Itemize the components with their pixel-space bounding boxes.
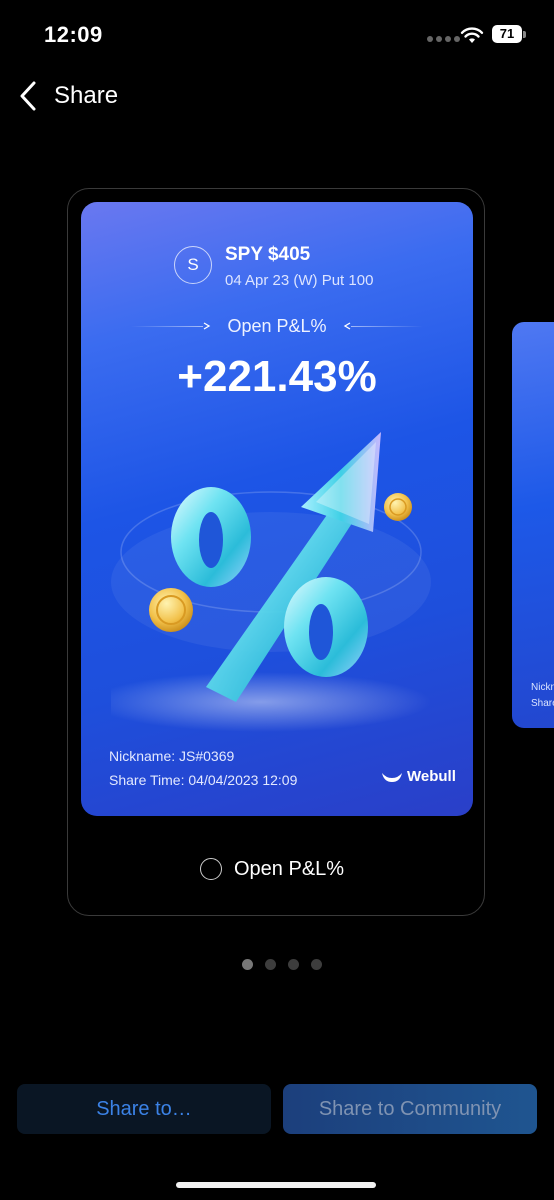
pnl-option[interactable]: Open P&L%: [200, 855, 344, 883]
symbol-avatar: S: [174, 246, 212, 284]
option-label: Open P&L%: [234, 857, 345, 880]
page-title: Share: [54, 82, 119, 109]
status-bar: 12:09 71: [0, 0, 554, 70]
header: Share: [0, 72, 554, 120]
webull-logo-icon: [382, 772, 402, 782]
next-share-card[interactable]: Nickn Share: [512, 322, 554, 728]
percent-arrow-illustration: [111, 432, 431, 732]
symbol-title: SPY $405: [225, 244, 311, 265]
home-indicator: [176, 1182, 376, 1188]
share-screen: 12:09 71 Share S SPY $405 04 Apr 23 (W) …: [0, 0, 554, 1200]
nickname: Nickname: JS#0369: [109, 748, 235, 764]
share-to-button[interactable]: Share to…: [17, 1084, 271, 1134]
share-card[interactable]: S SPY $405 04 Apr 23 (W) Put 100 Open P&…: [81, 202, 473, 816]
cellular-signal-icon: [427, 36, 460, 42]
brand-name: Webull: [407, 768, 456, 785]
page-dot-2: [265, 959, 276, 970]
brand: Webull: [381, 768, 456, 785]
radio-button[interactable]: [200, 858, 222, 880]
divider-right: [351, 326, 423, 327]
next-card-share-time: Share: [531, 698, 554, 709]
share-time: Share Time: 04/04/2023 12:09: [109, 772, 298, 788]
page-indicator: [242, 959, 322, 970]
battery-tip: [523, 31, 526, 38]
next-card-nickname: Nickn: [531, 682, 554, 693]
pnl-value: +221.43%: [177, 352, 377, 401]
option-contract-detail: 04 Apr 23 (W) Put 100: [225, 272, 374, 289]
status-time: 12:09: [44, 22, 103, 47]
battery-indicator: 71: [492, 25, 522, 43]
arrow-left-icon: [343, 322, 351, 330]
share-to-community-button[interactable]: Share to Community: [283, 1084, 537, 1134]
chevron-left-icon[interactable]: [14, 78, 44, 114]
page-dot-3: [288, 959, 299, 970]
page-dot-1: [242, 959, 253, 970]
page-dot-4: [311, 959, 322, 970]
wifi-icon: [460, 27, 484, 43]
